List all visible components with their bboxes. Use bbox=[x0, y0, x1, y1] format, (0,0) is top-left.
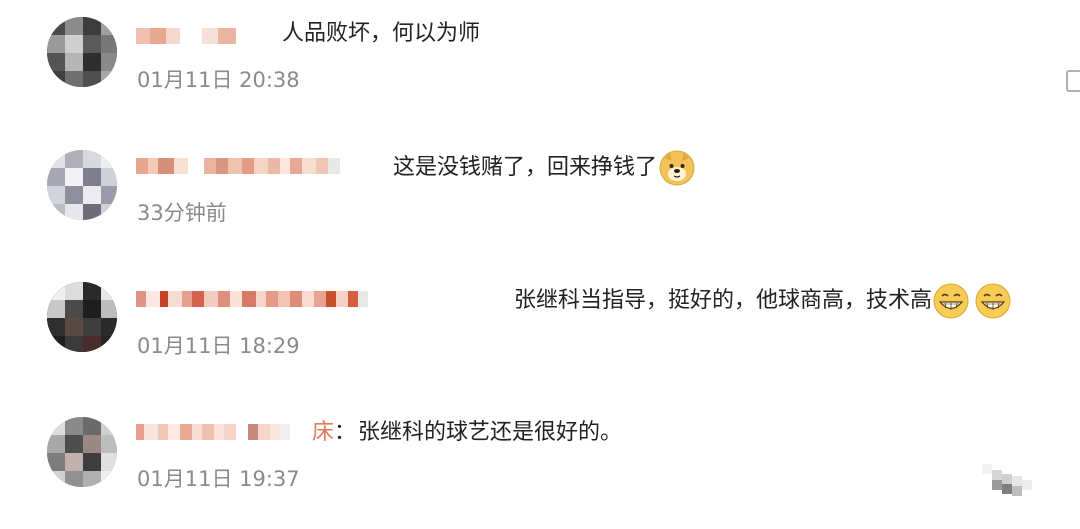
username-pixelated[interactable] bbox=[136, 25, 236, 47]
username-pixelated[interactable] bbox=[136, 421, 290, 443]
comment-time: 33分钟前 bbox=[137, 201, 227, 225]
avatar[interactable] bbox=[47, 417, 117, 487]
comment-text-body: 张继科当指导，挺好的，他球商高，技术高 bbox=[514, 288, 933, 313]
more-options-icon[interactable] bbox=[1066, 70, 1080, 92]
colon-separator: ： bbox=[334, 420, 357, 445]
grin-emoji-icon bbox=[975, 283, 1011, 319]
comment-time: 01月11日 18:29 bbox=[137, 334, 300, 358]
pixelated-avatar-image bbox=[47, 282, 117, 352]
pixelated-avatar-image bbox=[47, 17, 117, 87]
doge-emoji-icon bbox=[659, 150, 695, 186]
pixelated-avatar-image bbox=[47, 417, 117, 487]
comment-time: 01月11日 20:38 bbox=[137, 68, 300, 92]
avatar[interactable] bbox=[47, 17, 117, 87]
username-pixelated[interactable] bbox=[136, 155, 340, 177]
avatar[interactable] bbox=[47, 150, 117, 220]
pixelated-avatar-image bbox=[47, 150, 117, 220]
username-suffix[interactable]: 床 bbox=[312, 418, 334, 448]
pixelated-mosaic-corner bbox=[982, 464, 1036, 500]
comment-text-body: 这是没钱赌了，回来挣钱了 bbox=[393, 155, 658, 180]
comment-time: 01月11日 19:37 bbox=[137, 467, 300, 491]
comment-text: 人品败坏，何以为师 bbox=[282, 21, 481, 46]
grin-emoji-icon bbox=[933, 283, 969, 319]
comment-text: 床 ： 张继科的球艺还是很好的。 bbox=[312, 418, 622, 448]
comment-text-body: 张继科的球艺还是很好的。 bbox=[358, 420, 623, 445]
username-pixelated[interactable] bbox=[136, 288, 368, 310]
avatar[interactable] bbox=[47, 282, 117, 352]
comment-text: 张继科当指导，挺好的，他球商高，技术高 bbox=[514, 283, 1011, 319]
comment-text: 这是没钱赌了，回来挣钱了 bbox=[393, 150, 695, 186]
